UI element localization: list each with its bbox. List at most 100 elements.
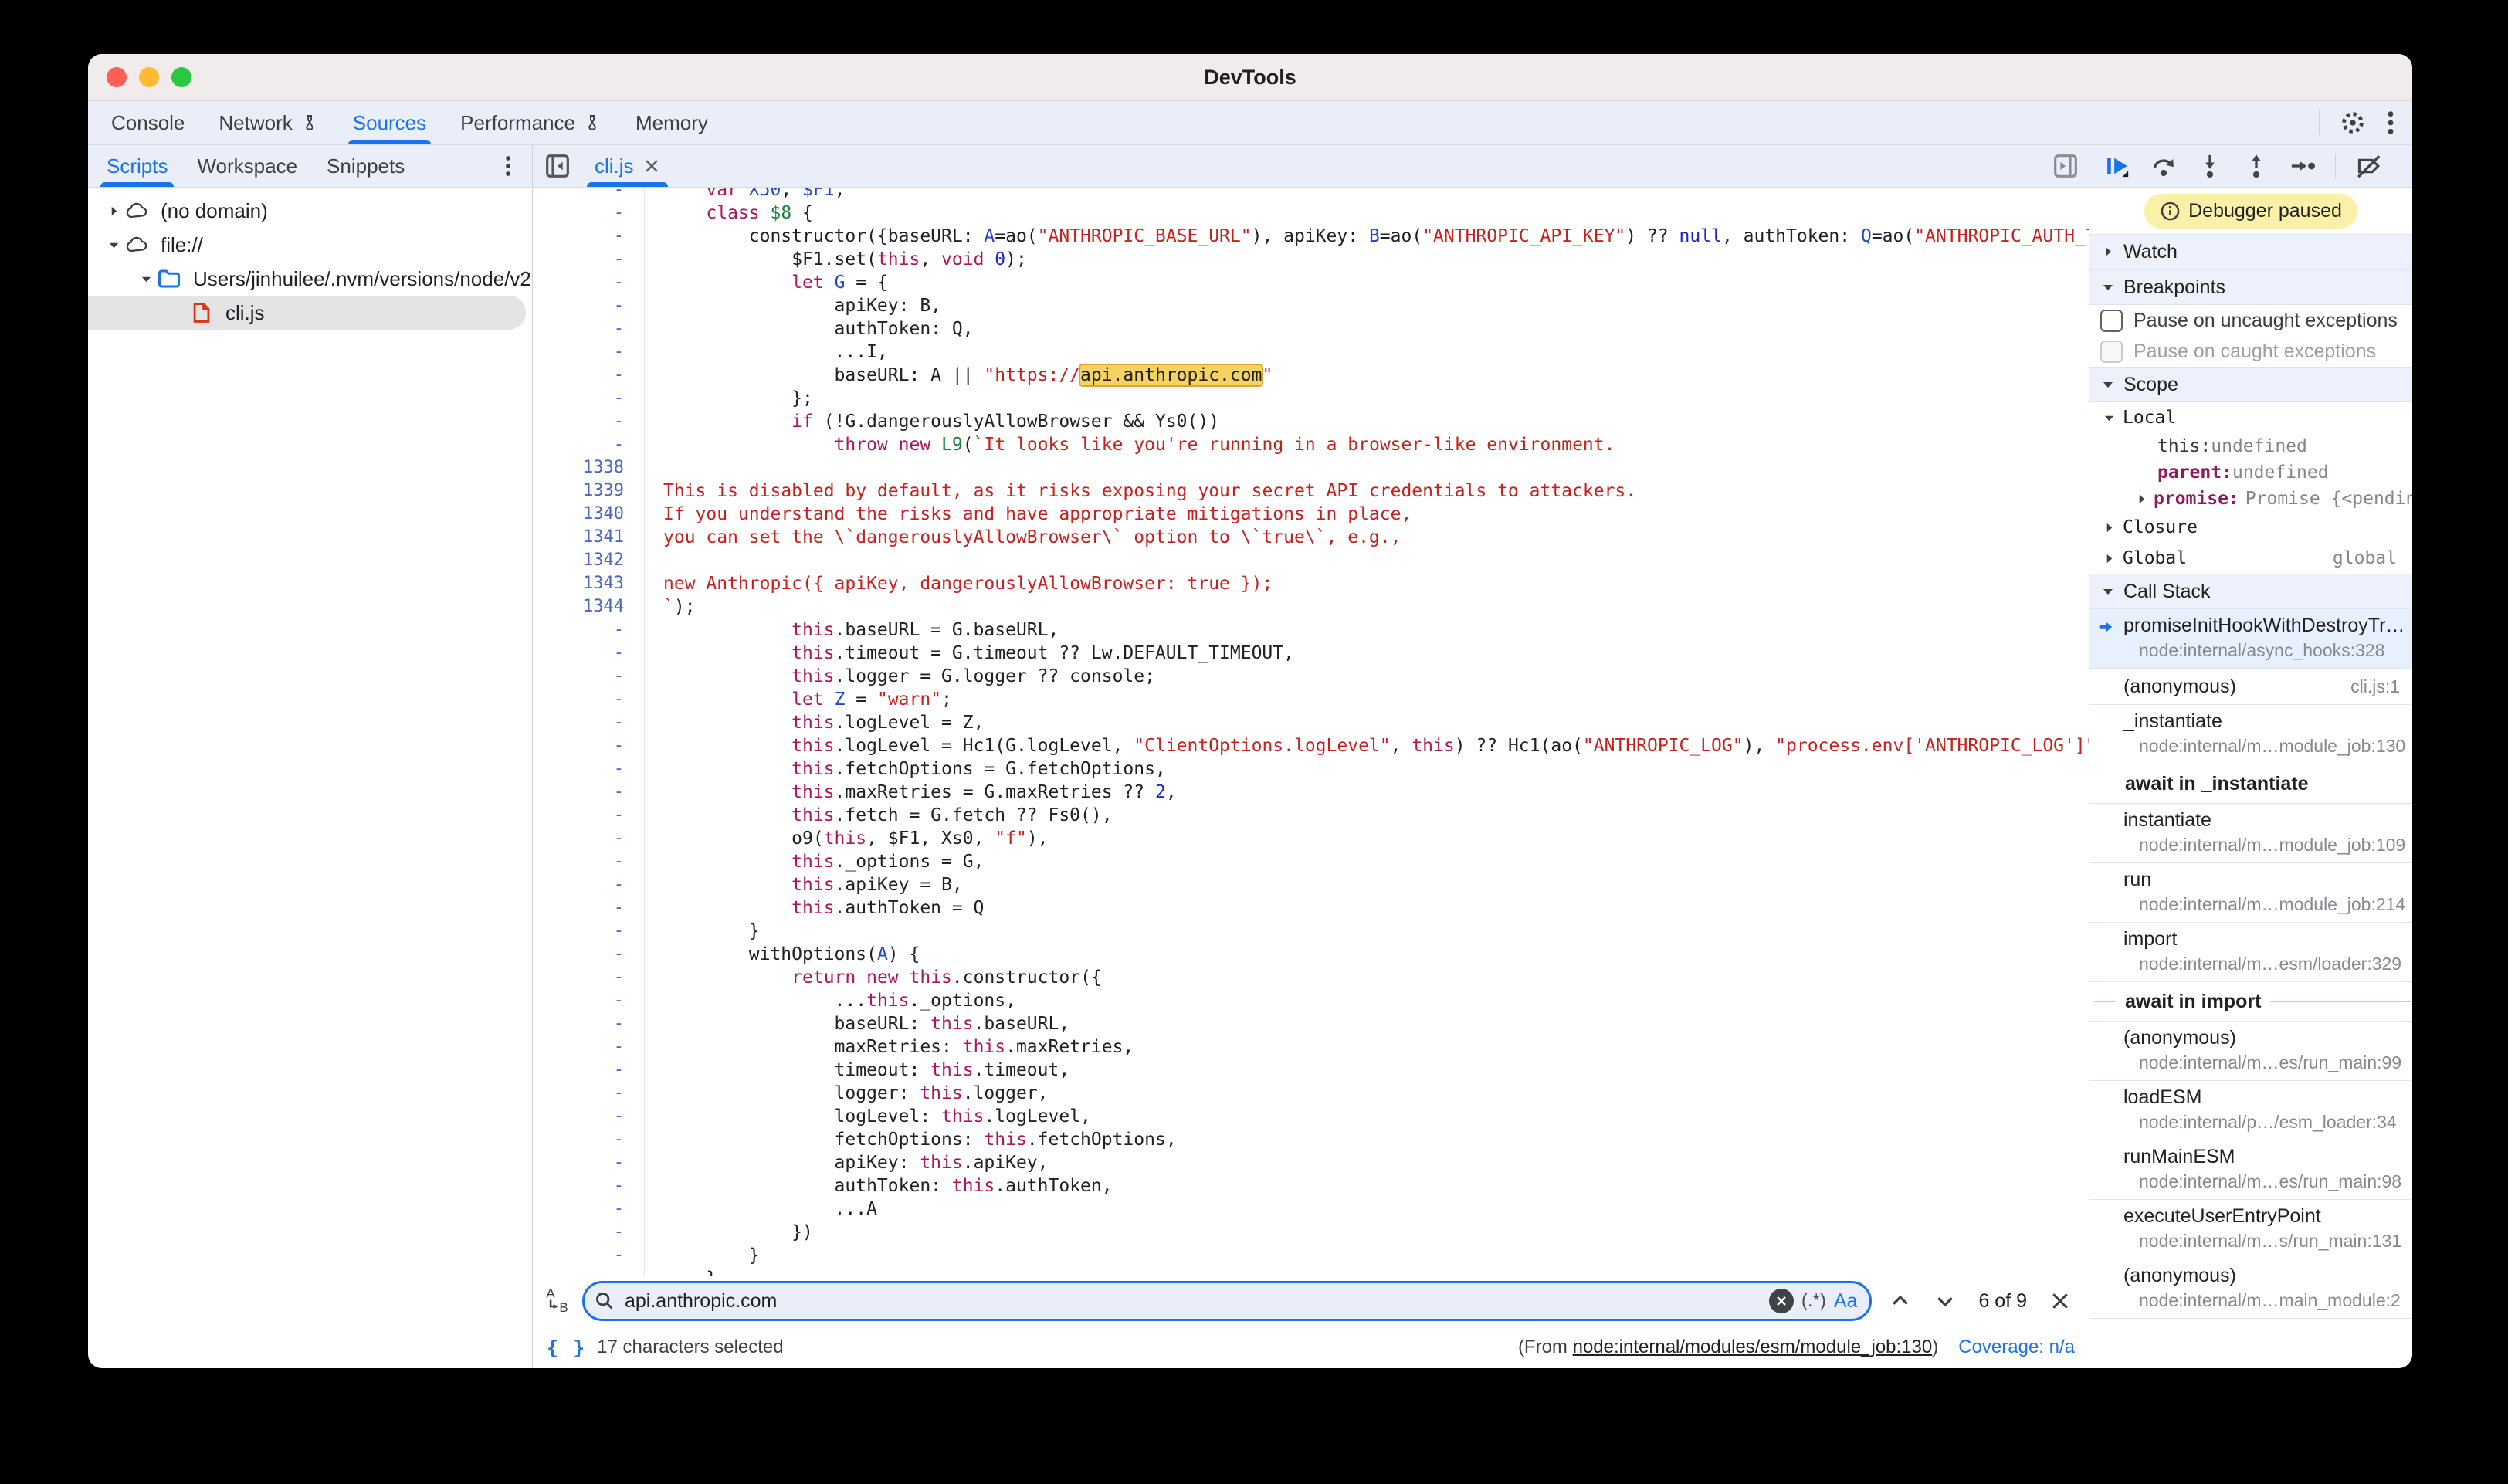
code-line[interactable]: -this.fetchOptions = G.fetchOptions, [533, 757, 2089, 781]
code-line[interactable]: -let G = { [533, 271, 2089, 294]
code-line[interactable]: -}; [533, 387, 2089, 410]
code-line[interactable]: -...this._options, [533, 989, 2089, 1012]
code-line[interactable]: -return new this.constructor({ [533, 966, 2089, 989]
code-line[interactable]: 1342 [533, 549, 2089, 572]
kebab-menu-icon[interactable] [2386, 110, 2395, 136]
gutter-line-number[interactable]: - [533, 1244, 645, 1267]
scope-prop-promise[interactable]: promise: Promise {<pending>} [2089, 486, 2412, 512]
stack-frame-instantiate[interactable]: _instantiatenode:internal/m…module_job:1… [2089, 705, 2412, 764]
gutter-line-number[interactable]: - [533, 665, 645, 688]
scope-group-closure[interactable]: Closure [2089, 512, 2412, 543]
gutter-line-number[interactable]: 1340 [533, 503, 645, 526]
code-line[interactable]: -this.logLevel = Z, [533, 711, 2089, 734]
gutter-line-number[interactable]: - [533, 387, 645, 410]
gutter-line-number[interactable]: - [533, 433, 645, 456]
gutter-line-number[interactable]: - [533, 1174, 645, 1198]
watch-section-header[interactable]: Watch [2089, 234, 2412, 269]
code-editor[interactable]: -var X50, $F1;-class $8 {-constructor({b… [533, 188, 2089, 1276]
tab-network[interactable]: Network [219, 101, 318, 144]
code-line[interactable]: -} [533, 1267, 2089, 1276]
close-tab-icon[interactable] [643, 158, 660, 174]
step-icon[interactable] [2289, 152, 2317, 180]
stack-frame-instantiate[interactable]: instantiatenode:internal/m…module_job:10… [2089, 804, 2412, 863]
code-line[interactable]: -this.logLevel = Hc1(G.logLevel, "Client… [533, 734, 2089, 757]
stack-frame-anonymous[interactable]: (anonymous)node:internal/m…main_module:2 [2089, 1259, 2412, 1319]
gutter-line-number[interactable]: - [533, 202, 645, 225]
code-line[interactable]: -apiKey: B, [533, 294, 2089, 317]
code-line[interactable]: -var X50, $F1; [533, 188, 2089, 202]
chevron-down-icon[interactable] [103, 239, 124, 251]
clear-search-icon[interactable] [1769, 1289, 1794, 1313]
gutter-line-number[interactable]: - [533, 757, 645, 781]
code-line[interactable]: -let Z = "warn"; [533, 688, 2089, 711]
code-line[interactable]: -class $8 { [533, 202, 2089, 225]
tab-sources[interactable]: Sources [353, 101, 426, 144]
tab-console[interactable]: Console [111, 101, 185, 144]
gutter-line-number[interactable]: - [533, 1198, 645, 1221]
resume-button-icon[interactable] [2103, 152, 2131, 180]
gutter-line-number[interactable]: 1341 [533, 526, 645, 549]
gutter-line-number[interactable]: - [533, 410, 645, 433]
gutter-line-number[interactable]: - [533, 966, 645, 989]
code-line[interactable]: -fetchOptions: this.fetchOptions, [533, 1128, 2089, 1151]
tree-item-no-domain[interactable]: (no domain) [88, 194, 532, 228]
gutter-line-number[interactable]: - [533, 781, 645, 804]
scope-group-local[interactable]: Local [2089, 402, 2412, 433]
tree-item-users-jinhuilee-nvm-versions-node-v2[interactable]: Users/jinhuilee/.nvm/versions/node/v2… [88, 262, 532, 296]
gutter-line-number[interactable]: - [533, 1082, 645, 1105]
step-out-icon[interactable] [2242, 152, 2270, 180]
gutter-line-number[interactable]: - [533, 341, 645, 364]
gutter-line-number[interactable]: - [533, 618, 645, 642]
chevron-right-icon[interactable] [103, 205, 124, 217]
next-match-icon[interactable] [1934, 1289, 1957, 1313]
gutter-line-number[interactable]: - [533, 989, 645, 1012]
gutter-line-number[interactable]: - [533, 1221, 645, 1244]
code-line[interactable]: -authToken: this.authToken, [533, 1174, 2089, 1198]
code-line[interactable]: -throw new L9(`It looks like you're runn… [533, 433, 2089, 456]
stack-frame-run[interactable]: runnode:internal/m…module_job:214 [2089, 863, 2412, 923]
scope-prop-parent[interactable]: parent: undefined [2089, 459, 2412, 486]
call-stack-section-header[interactable]: Call Stack [2089, 574, 2412, 609]
step-over-icon[interactable] [2150, 152, 2178, 180]
code-line[interactable]: 1344`); [533, 595, 2089, 618]
code-line[interactable]: -} [533, 920, 2089, 943]
code-line[interactable]: -timeout: this.timeout, [533, 1059, 2089, 1082]
gutter-line-number[interactable]: - [533, 1151, 645, 1174]
code-line[interactable]: -this.timeout = G.timeout ?? Lw.DEFAULT_… [533, 642, 2089, 665]
code-line[interactable]: -this._options = G, [533, 850, 2089, 873]
code-line[interactable]: -...I, [533, 341, 2089, 364]
chevron-down-icon[interactable] [136, 273, 156, 285]
gutter-line-number[interactable]: - [533, 317, 645, 341]
code-line[interactable]: -this.fetch = G.fetch ?? Fs0(), [533, 804, 2089, 827]
toggle-debugger-sidebar-icon[interactable] [2053, 154, 2078, 178]
deactivate-breakpoints-icon[interactable] [2354, 152, 2382, 180]
coverage-link[interactable]: Coverage: n/a [1958, 1337, 2075, 1358]
stack-frame-promiseinithookwithdestroytr[interactable]: promiseInitHookWithDestroyTr…node:intern… [2089, 609, 2412, 669]
close-search-icon[interactable] [2049, 1289, 2072, 1313]
gutter-line-number[interactable]: 1338 [533, 456, 645, 479]
code-line[interactable]: 1341you can set the \`dangerouslyAllowBr… [533, 526, 2089, 549]
gutter-line-number[interactable]: - [533, 688, 645, 711]
code-line[interactable]: -baseURL: A || "https://api.anthropic.co… [533, 364, 2089, 387]
code-line[interactable]: -$F1.set(this, void 0); [533, 248, 2089, 271]
stack-frame-executeuserentrypoint[interactable]: executeUserEntryPointnode:internal/m…s/r… [2089, 1200, 2412, 1259]
code-line[interactable]: -withOptions(A) { [533, 943, 2089, 966]
regex-toggle[interactable]: (.*) [1801, 1290, 1826, 1312]
stack-frame-loadesm[interactable]: loadESMnode:internal/p…/esm_loader:34 [2089, 1081, 2412, 1140]
stack-frame-runmainesm[interactable]: runMainESMnode:internal/m…es/run_main:98 [2089, 1140, 2412, 1200]
tab-memory[interactable]: Memory [635, 101, 708, 144]
gutter-line-number[interactable]: - [533, 294, 645, 317]
gutter-line-number[interactable]: - [533, 711, 645, 734]
gutter-line-number[interactable]: - [533, 271, 645, 294]
tab-performance[interactable]: Performance [460, 101, 602, 144]
navigator-kebab-menu-icon[interactable] [504, 154, 512, 178]
code-line[interactable]: -maxRetries: this.maxRetries, [533, 1035, 2089, 1059]
gutter-line-number[interactable]: 1339 [533, 479, 645, 503]
gutter-line-number[interactable]: - [533, 1059, 645, 1082]
stack-frame-anonymous[interactable]: (anonymous)cli.js:1 [2089, 669, 2412, 705]
step-into-icon[interactable] [2196, 152, 2224, 180]
scope-section-header[interactable]: Scope [2089, 367, 2412, 402]
code-line[interactable]: -} [533, 1244, 2089, 1267]
tree-item-file[interactable]: file:// [88, 228, 532, 262]
gutter-line-number[interactable]: - [533, 850, 645, 873]
